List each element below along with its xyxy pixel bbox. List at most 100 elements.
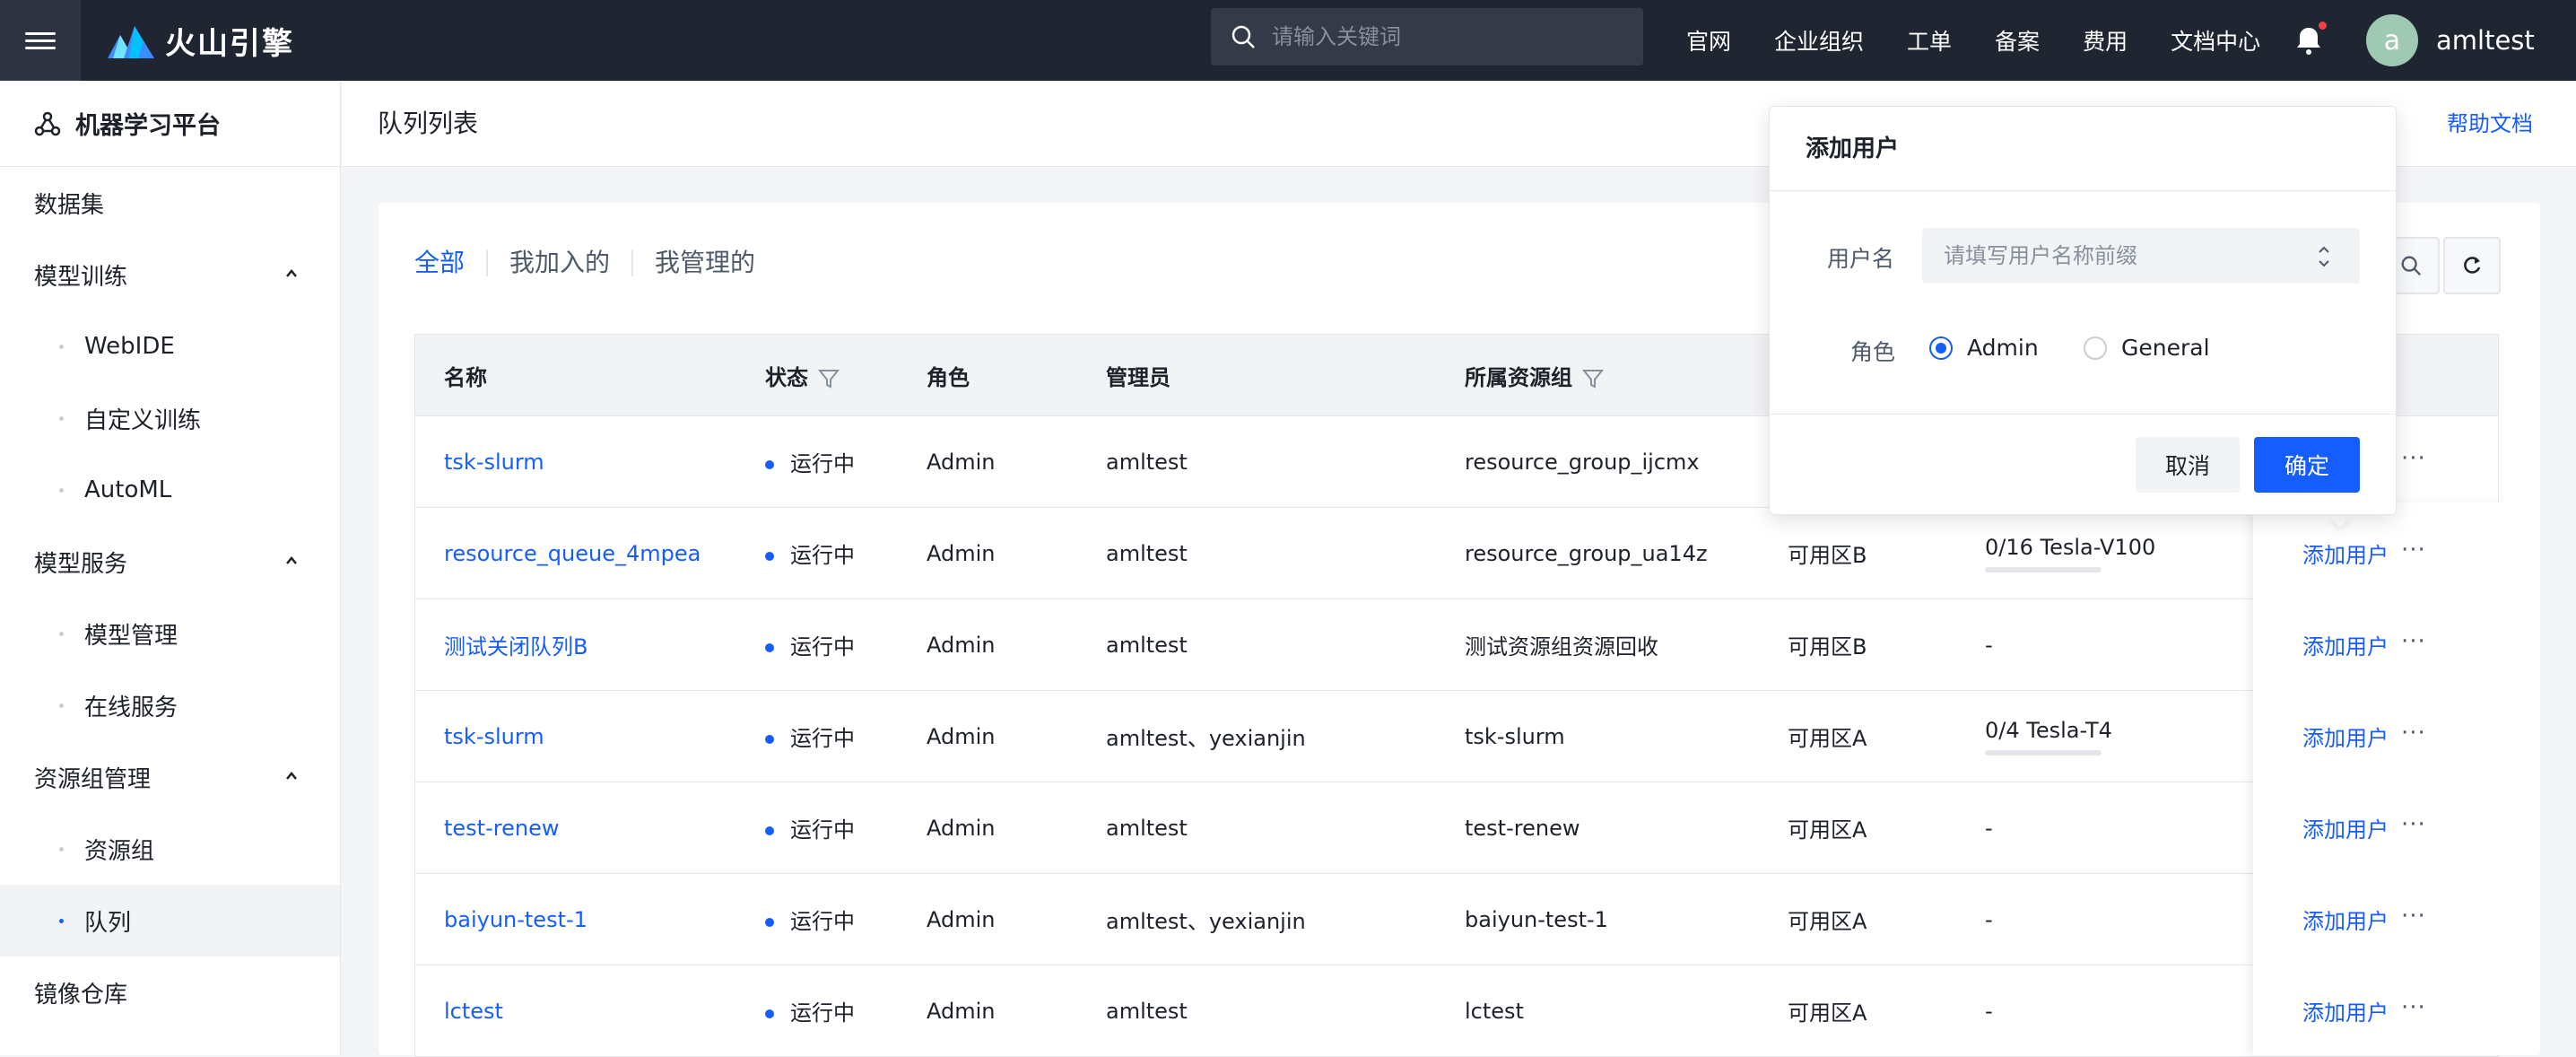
refresh-button[interactable] xyxy=(2443,237,2501,294)
menu-button[interactable] xyxy=(0,0,81,81)
sidebar-item-online-service[interactable]: 在线服务 xyxy=(0,669,340,741)
queue-name-link[interactable]: lctest xyxy=(444,999,503,1024)
sidebar-header: 机器学习平台 xyxy=(0,81,340,167)
filter-icon[interactable] xyxy=(1581,367,1605,390)
more-icon[interactable]: ··· xyxy=(2401,445,2426,472)
role-cell: Admin xyxy=(927,998,996,1024)
tab-joined[interactable]: 我加入的 xyxy=(486,249,631,276)
search-input[interactable] xyxy=(1270,23,1611,50)
status-dot-icon xyxy=(765,643,774,652)
sidebar-item-automl[interactable]: AutoML xyxy=(0,454,340,526)
queue-name-link[interactable]: 测试关闭队列B xyxy=(444,629,587,660)
nav-official-site[interactable]: 官网 xyxy=(1686,24,1731,57)
queue-name-link[interactable]: tsk-slurm xyxy=(444,724,544,749)
nav-filing[interactable]: 备案 xyxy=(1995,24,2040,57)
more-icon[interactable]: ··· xyxy=(2401,537,2426,563)
status-cell: 运行中 xyxy=(765,995,855,1026)
status-dot-icon xyxy=(765,552,774,561)
sidebar-item-label: WebIDE xyxy=(84,333,175,360)
more-icon[interactable]: ··· xyxy=(2401,994,2426,1021)
more-icon[interactable]: ··· xyxy=(2401,628,2426,655)
nav-billing[interactable]: 费用 xyxy=(2083,24,2128,57)
status-dot-icon xyxy=(765,1009,774,1018)
add-user-link[interactable]: 添加用户 xyxy=(2302,812,2389,843)
gpu-cell: - xyxy=(1985,999,1993,1024)
queue-name-link[interactable]: resource_queue_4mpea xyxy=(444,541,701,566)
help-docs-link[interactable]: 帮助文档 xyxy=(2447,81,2533,167)
role-cell: Admin xyxy=(927,632,996,658)
admin-cell: amltest xyxy=(1106,449,1188,475)
role-radio-admin[interactable]: Admin xyxy=(1929,335,2039,361)
search-icon xyxy=(2401,256,2422,276)
nav-docs[interactable]: 文档中心 xyxy=(2171,24,2260,57)
queue-name-link[interactable]: baiyun-test-1 xyxy=(444,907,587,932)
global-search[interactable] xyxy=(1211,8,1643,66)
sidebar: 机器学习平台 数据集 模型训练 WebIDE 自定义训练 AutoML 模型服务… xyxy=(0,81,341,1055)
status-cell: 运行中 xyxy=(765,446,855,477)
nav-organization[interactable]: 企业组织 xyxy=(1774,24,1864,57)
sidebar-item-model-service[interactable]: 模型服务 xyxy=(0,526,340,598)
role-cell: Admin xyxy=(927,449,996,475)
header-resource-group-label: 所属资源组 xyxy=(1465,364,1572,390)
status-cell: 运行中 xyxy=(765,629,855,660)
gpu-usage-bar xyxy=(1985,750,2102,756)
gpu-text: - xyxy=(1985,815,1993,841)
zone-cell: 可用区A xyxy=(1788,817,1867,843)
filter-tabs: 全部 我加入的 我管理的 xyxy=(414,249,777,276)
gpu-usage-bar xyxy=(1985,567,2102,572)
brand-logo[interactable]: 火山引擎 xyxy=(108,18,294,63)
header-name: 名称 xyxy=(444,364,487,390)
sidebar-item-image-registry[interactable]: 镜像仓库 xyxy=(0,957,340,1028)
sidebar-item-label: 资源组 xyxy=(84,837,155,865)
popover-title: 添加用户 xyxy=(1770,107,2396,191)
status-text: 运行中 xyxy=(790,817,855,843)
sidebar-title: 机器学习平台 xyxy=(75,112,221,140)
gpu-cell: - xyxy=(1985,816,1993,841)
sidebar-item-queue[interactable]: 队列 xyxy=(0,885,340,957)
notification-dot xyxy=(2319,22,2327,30)
hamburger-icon xyxy=(25,28,56,54)
username[interactable]: amltest xyxy=(2436,0,2535,81)
role-radio-general[interactable]: General xyxy=(2084,335,2210,361)
queue-name-link[interactable]: tsk-slurm xyxy=(444,450,544,475)
status-text: 运行中 xyxy=(790,726,855,751)
sidebar-item-label: 在线服务 xyxy=(84,694,178,721)
add-user-link[interactable]: 添加用户 xyxy=(2302,904,2389,935)
more-icon[interactable]: ··· xyxy=(2401,903,2426,930)
sidebar-item-label: 模型服务 xyxy=(34,550,128,578)
zone-cell: 可用区A xyxy=(1788,726,1867,751)
filter-icon[interactable] xyxy=(817,367,840,390)
add-user-link[interactable]: 添加用户 xyxy=(2302,629,2389,660)
tab-managed[interactable]: 我管理的 xyxy=(631,249,777,276)
sidebar-item-custom-training[interactable]: 自定义训练 xyxy=(0,382,340,454)
admin-cell: amltest、yexianjin xyxy=(1106,909,1306,934)
add-user-link[interactable]: 添加用户 xyxy=(2302,721,2389,752)
queue-name-link[interactable]: test-renew xyxy=(444,816,559,841)
avatar[interactable]: a xyxy=(2366,14,2418,66)
tab-all[interactable]: 全部 xyxy=(414,249,486,276)
status-dot-icon xyxy=(765,826,774,835)
cancel-button[interactable]: 取消 xyxy=(2136,437,2240,493)
confirm-button[interactable]: 确定 xyxy=(2254,437,2360,493)
sidebar-item-datasets[interactable]: 数据集 xyxy=(0,167,340,239)
action-column-shadow xyxy=(2253,502,2506,1055)
username-label: 用户名 xyxy=(1827,246,1895,272)
role-cell: Admin xyxy=(927,540,996,566)
volcano-logo-icon xyxy=(108,26,154,58)
sidebar-item-resource-group[interactable]: 资源组 xyxy=(0,813,340,885)
more-icon[interactable]: ··· xyxy=(2401,720,2426,747)
sidebar-item-model-management[interactable]: 模型管理 xyxy=(0,598,340,669)
brand-name: 火山引擎 xyxy=(165,25,294,62)
chevron-up-icon xyxy=(286,556,297,564)
nav-tickets[interactable]: 工单 xyxy=(1907,24,1952,57)
username-input[interactable] xyxy=(1922,228,2360,284)
more-icon[interactable]: ··· xyxy=(2401,811,2426,838)
sidebar-item-webide[interactable]: WebIDE xyxy=(0,310,340,382)
gpu-text: - xyxy=(1985,632,1993,658)
add-user-link[interactable]: 添加用户 xyxy=(2302,537,2389,569)
zone-cell: 可用区A xyxy=(1788,1000,1867,1026)
top-bar: 火山引擎 官网 企业组织 工单 备案 费用 文档中心 a amltest xyxy=(0,0,2576,81)
sidebar-item-resource-group-management[interactable]: 资源组管理 xyxy=(0,741,340,813)
sidebar-item-model-training[interactable]: 模型训练 xyxy=(0,239,340,310)
add-user-link[interactable]: 添加用户 xyxy=(2302,995,2389,1026)
